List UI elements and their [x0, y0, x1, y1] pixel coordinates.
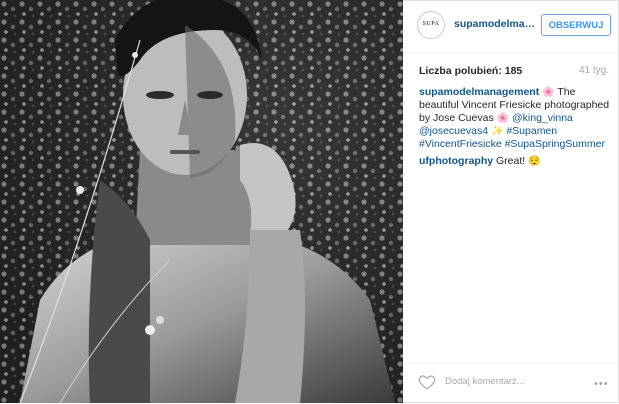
post-time[interactable]: 41 tyg.: [579, 65, 609, 76]
post-header: SUPA supamodelmanage... OBSERWUJ: [404, 0, 619, 53]
caption-username[interactable]: supamodelmanagement: [419, 86, 539, 98]
caption-mention-josecuevas4[interactable]: @josecuevas4: [419, 125, 488, 137]
post-photo[interactable]: [0, 0, 403, 403]
likes-row: Liczba polubień: 185 41 tyg.: [419, 65, 609, 79]
username-link[interactable]: supamodelmanage...: [454, 18, 537, 30]
post-sidebar: SUPA supamodelmanage... OBSERWUJ Liczba …: [404, 0, 619, 403]
cherry-blossom-icon: 🌸: [496, 113, 510, 124]
likes-count[interactable]: Liczba polubień: 185: [419, 65, 522, 77]
caption-mention-king-vinna[interactable]: @king_vinna: [512, 112, 573, 124]
comment-username[interactable]: ufphotography: [419, 155, 493, 167]
comment-text: Great!: [496, 155, 526, 167]
add-comment-input[interactable]: Dodaj komentarz...: [445, 376, 525, 387]
avatar-logo-text: SUPA: [422, 21, 440, 27]
post-footer: Dodaj komentarz... •••: [404, 363, 619, 404]
avatar[interactable]: SUPA: [417, 11, 445, 39]
follow-button[interactable]: OBSERWUJ: [541, 14, 611, 36]
relieved-face-icon: 😌: [528, 156, 541, 167]
heart-icon[interactable]: [418, 373, 436, 391]
photo-image: [0, 0, 403, 403]
sparkles-icon: ✨: [490, 126, 504, 137]
more-options-icon[interactable]: •••: [594, 378, 609, 390]
post-caption: supamodelmanagement 🌸 The beautiful Vinc…: [419, 86, 611, 151]
cherry-blossom-icon: 🌸: [542, 87, 555, 98]
comment-item: ufphotography Great! 😌: [419, 155, 611, 168]
